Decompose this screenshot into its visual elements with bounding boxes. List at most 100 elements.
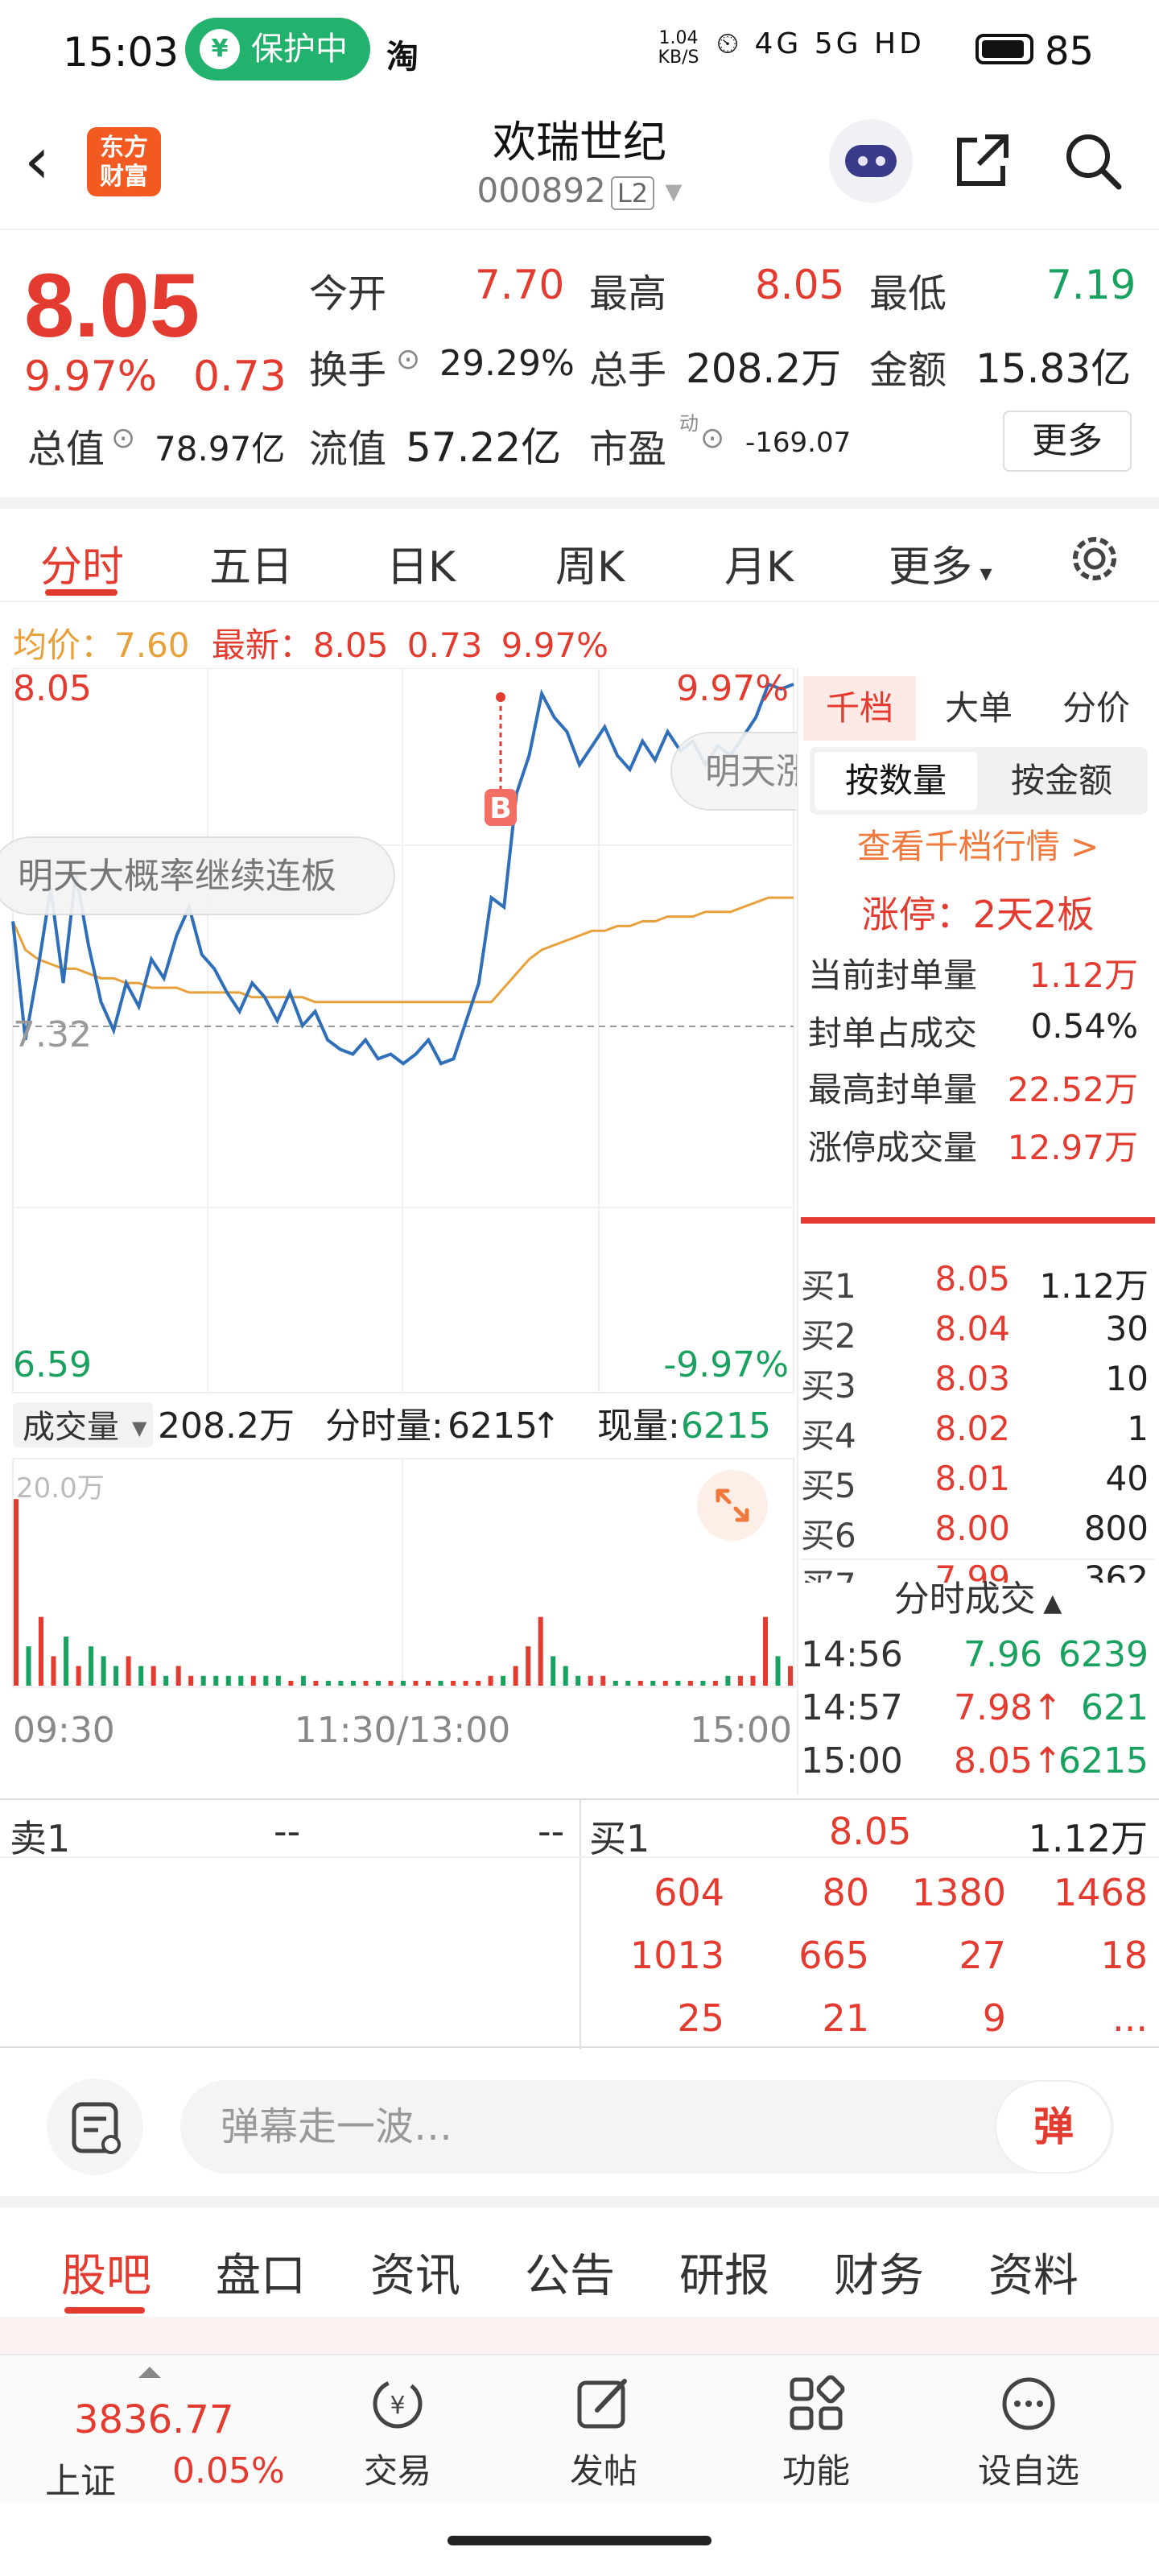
volume-bar	[250, 1675, 256, 1686]
status-bar: 15:03 ¥ 保护中 淘 1.04 KB/S ⏲ 4G 5G HD 85	[0, 0, 1159, 97]
ai-assistant-icon[interactable]	[829, 119, 913, 203]
volume-grid	[12, 1458, 794, 1688]
ticks-header[interactable]: 分时成交 ▲	[801, 1570, 1155, 1621]
info-icon[interactable]: ⊙	[396, 343, 420, 376]
volume-bar	[575, 1675, 581, 1686]
index-change: 0.05%	[172, 2450, 285, 2491]
index-value[interactable]: 3836.77	[74, 2397, 234, 2442]
avg-price-value: 7.60	[114, 625, 190, 665]
gear-icon[interactable]	[1062, 526, 1127, 591]
level2-badge: L2	[610, 176, 655, 210]
tab-big-order[interactable]: 大单	[922, 676, 1035, 741]
level1-order-book[interactable]: 卖1 -- -- 买1 8.05 1.12万 604 80 1380 1468 …	[0, 1798, 1159, 2050]
ticks-header-label: 分时成交	[893, 1579, 1036, 1620]
right-panel-tabs: 千档 大单 分价	[803, 676, 1157, 741]
latest-label: 最新：	[211, 625, 313, 665]
tab-finance[interactable]: 财务	[834, 2240, 924, 2305]
volume-selector[interactable]: 成交量	[23, 1409, 119, 1446]
queue-more[interactable]: ...	[1112, 1996, 1148, 2040]
info-icon[interactable]: ⊙	[111, 422, 135, 455]
nav-add-watchlist[interactable]: 设自选	[964, 2372, 1093, 2493]
book-header-divider	[0, 1856, 1159, 1858]
tab-guba[interactable]: 股吧	[61, 2240, 151, 2305]
note-settings-icon[interactable]	[47, 2079, 143, 2175]
protect-status-pill[interactable]: ¥ 保护中	[185, 18, 370, 80]
nav-trade[interactable]: ¥ 交易	[333, 2372, 462, 2493]
search-icon[interactable]	[1061, 129, 1125, 193]
queue-cell: 25	[677, 1996, 724, 2040]
chevron-down-icon: ▾	[654, 171, 683, 210]
volume-header: 成交量 ▼ 208.2万 分时量: 6215 ↑ 现量: 6215	[13, 1402, 771, 1447]
stock-code-selector[interactable]: 000892 L2 ▾	[354, 171, 805, 210]
volume-bar	[501, 1675, 506, 1686]
more-dots-icon	[1002, 2377, 1055, 2430]
by-quantity-button[interactable]: 按数量	[815, 752, 977, 810]
tab-thousand-level[interactable]: 千档	[803, 676, 916, 741]
now-vol: 6215	[681, 1406, 771, 1447]
header-divider	[0, 229, 1159, 230]
arrow-up-icon: ↑	[531, 1406, 561, 1447]
by-amount-button[interactable]: 按金额	[980, 752, 1143, 810]
tab-intraday[interactable]: 分时	[40, 533, 124, 593]
volume-bar	[288, 1680, 294, 1686]
danmaku-input[interactable]: 弹幕走一波…	[180, 2080, 1114, 2174]
open-value: 7.70	[475, 262, 565, 308]
axis-price-bottom: 6.59	[13, 1344, 92, 1385]
tab-profile[interactable]: 资料	[988, 2240, 1079, 2305]
max-seal-value: 22.52万	[1007, 1070, 1138, 1109]
sell1-label: 卖1	[10, 1817, 71, 1860]
bid-row: 买1 8.05 1.12万	[801, 1259, 1149, 1306]
change-amount: 0.73	[193, 353, 287, 401]
tab-more[interactable]: 更多 ▾	[889, 533, 992, 593]
nav-post-label: 发帖	[569, 2451, 637, 2491]
view-depth-link[interactable]: 查看千档行情 >	[801, 819, 1155, 869]
protect-label: 保护中	[251, 31, 348, 68]
more-quote-button[interactable]: 更多	[1003, 411, 1132, 472]
float-cap-label: 流值	[309, 427, 387, 472]
buy-marker[interactable]: B	[485, 692, 517, 826]
tick-row: 15:00 8.05↑ 6215	[801, 1740, 1149, 1781]
tab-monthly-k[interactable]: 月K	[724, 533, 794, 593]
battery-level: 85	[1045, 29, 1095, 74]
intraday-chart[interactable]: 明天大概率继续连板 明天涨 B 8.05 7.32 6.59 9.97% -9.…	[0, 668, 797, 1795]
pe-label: 市盈	[589, 427, 667, 472]
tab-announcements[interactable]: 公告	[525, 2240, 615, 2305]
amount-value: 15.83亿	[975, 345, 1132, 392]
tab-panko[interactable]: 盘口	[216, 2240, 306, 2305]
bubble-right[interactable]: 明天涨	[670, 732, 797, 811]
nav-functions[interactable]: 功能	[752, 2372, 881, 2493]
tab-research[interactable]: 研报	[679, 2240, 769, 2305]
volume-bar	[238, 1675, 244, 1686]
volume-value: 208.2万	[686, 345, 842, 392]
stock-code: 000892	[476, 171, 606, 210]
volume-bar	[163, 1675, 169, 1686]
axis-price-top: 8.05	[13, 668, 92, 709]
queue-cell: 18	[1100, 1934, 1148, 1977]
quantity-amount-toggle: 按数量 按金额	[810, 747, 1148, 815]
chart-period-tabs: 分时 五日 日K 周K 月K 更多 ▾	[0, 497, 1159, 602]
tab-more-label: 更多	[889, 543, 973, 592]
nav-post[interactable]: 发帖	[539, 2372, 668, 2493]
home-indicator[interactable]	[448, 2536, 711, 2545]
bid-list[interactable]: 买1 8.05 1.12万 买2 8.04 30 买3 8.03 10 买4 8.02 1 买5…	[801, 1235, 1155, 1583]
share-icon[interactable]	[950, 129, 1014, 193]
danmaku-toggle-button[interactable]: 弹	[995, 2080, 1112, 2174]
x-label-close: 15:00	[690, 1710, 792, 1751]
low-label: 最低	[869, 271, 947, 316]
info-tabs: 股吧 盘口 资讯 公告 研报 财务 资料	[0, 2196, 1159, 2317]
bubble-left[interactable]: 明天大概率继续连板	[0, 836, 395, 915]
expand-icon[interactable]	[697, 1470, 768, 1541]
tab-price-split[interactable]: 分价	[1040, 676, 1153, 741]
bubble-right-text: 明天涨	[705, 751, 797, 792]
tab-weekly-k[interactable]: 周K	[555, 533, 625, 593]
minute-vol: 6215	[448, 1406, 538, 1447]
info-icon[interactable]: ⊙	[700, 422, 724, 455]
tab-five-day[interactable]: 五日	[209, 533, 293, 593]
volume-bar	[700, 1680, 706, 1686]
volume-bar	[300, 1675, 306, 1686]
tab-news[interactable]: 资讯	[370, 2240, 460, 2305]
volume-bar	[350, 1680, 356, 1686]
trade-icon: ¥	[373, 2379, 423, 2429]
back-icon[interactable]: ‹	[24, 125, 72, 197]
tab-daily-k[interactable]: 日K	[386, 533, 456, 593]
